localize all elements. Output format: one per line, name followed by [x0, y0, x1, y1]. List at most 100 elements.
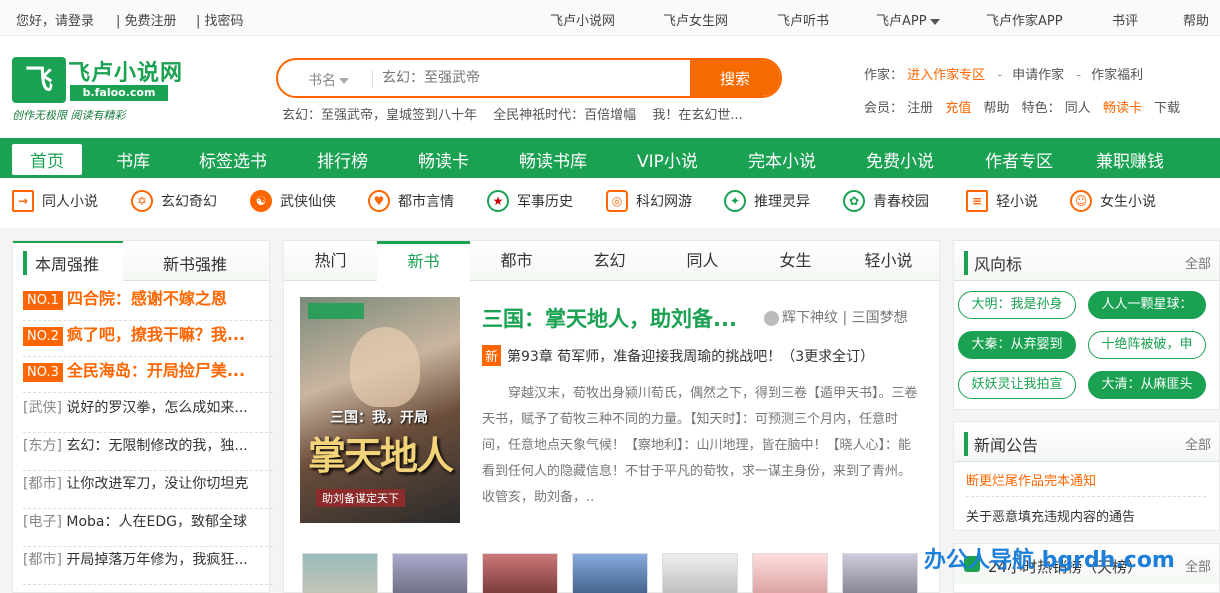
tab-hot[interactable]: 热门: [284, 241, 377, 281]
nav-library[interactable]: 书库: [116, 147, 150, 172]
category-campus[interactable]: ✿ 青春校园: [843, 190, 929, 216]
author-zone-link[interactable]: 进入作家专区: [907, 68, 985, 83]
register-link[interactable]: | 免费注册: [116, 10, 177, 29]
book-category[interactable]: | 三国梦想: [842, 310, 907, 326]
card-link[interactable]: 畅读卡: [1103, 101, 1142, 116]
nav-vip[interactable]: VIP小说: [637, 147, 698, 172]
forgot-password-link[interactable]: | 找密码: [196, 10, 244, 29]
top-link-help[interactable]: 帮助: [1183, 10, 1209, 29]
category-label: 青春校园: [873, 194, 929, 210]
book-thumbnail[interactable]: [572, 553, 648, 593]
list-item[interactable]: [都市] 开局掉落万年修为，我疯狂...: [23, 549, 273, 585]
book-thumbnail[interactable]: [482, 553, 558, 593]
search-button[interactable]: 搜索: [690, 60, 780, 96]
book-thumbnail[interactable]: [842, 553, 918, 593]
book-thumbnail[interactable]: [662, 553, 738, 593]
news-all-link[interactable]: 全部: [1185, 434, 1211, 453]
category-military[interactable]: ★ 军事历史: [487, 190, 573, 216]
author-welfare-link[interactable]: 作家福利: [1091, 68, 1143, 83]
tab-female[interactable]: 女生: [749, 241, 842, 281]
category-tongren[interactable]: → 同人小说: [12, 190, 98, 216]
category-label: 军事历史: [517, 194, 573, 210]
book-thumbnail[interactable]: [752, 553, 828, 593]
nav-card-library[interactable]: 畅读书库: [519, 147, 587, 172]
signup-link[interactable]: 注册: [907, 101, 933, 116]
latest-chapter[interactable]: 新第93章 荀军师，准备迎接我周瑜的挑战吧！（3更求全订）: [482, 345, 874, 366]
trend-all-link[interactable]: 全部: [1185, 253, 1211, 272]
list-item[interactable]: NO.2 疯了吧，撩我干嘛？我...: [23, 321, 273, 357]
trend-pill[interactable]: 大秦：从弃婴到: [958, 331, 1076, 359]
genre-tabs: 热门 新书 都市 玄幻 同人 女生 轻小说: [284, 241, 939, 282]
top-link-audio[interactable]: 飞卢听书: [777, 10, 829, 29]
search-category-select[interactable]: 书名: [308, 70, 349, 90]
top-link-app[interactable]: 飞卢APP: [876, 10, 940, 29]
list-item[interactable]: NO.1 四合院：感谢不嫁之恩: [23, 285, 273, 321]
feature-label: 特色：: [1021, 101, 1061, 116]
category-dushi[interactable]: ♥ 都市言情: [368, 190, 454, 216]
divider: -: [1076, 68, 1082, 83]
category-wuxia[interactable]: ☯ 武侠仙侠: [250, 190, 336, 216]
trend-pill[interactable]: 大明：我是孙身: [958, 291, 1076, 319]
list-item[interactable]: [东方] 玄幻：无限制修改的我，独...: [23, 435, 273, 471]
nav-author-zone[interactable]: 作者专区: [985, 147, 1053, 172]
recharge-link[interactable]: 充值: [945, 101, 971, 116]
member-links: 会员： 注册 充值 帮助 特色： 同人 畅读卡 下载: [864, 97, 1180, 116]
download-link[interactable]: 下载: [1154, 101, 1180, 116]
tab-light-novel[interactable]: 轻小说: [842, 241, 935, 281]
divider: [966, 496, 1206, 497]
trend-pill[interactable]: 大清：从麻匪头: [1088, 371, 1206, 399]
category-female[interactable]: ☺ 女生小说: [1070, 190, 1156, 216]
list-item[interactable]: [电子] Moba：人在EDG，致郁全球: [23, 511, 273, 547]
nav-home[interactable]: 首页: [12, 144, 82, 175]
category-label: 科幻网游: [636, 194, 692, 210]
nav-ranking[interactable]: 排行榜: [317, 147, 368, 172]
tab-xuanhuan[interactable]: 玄幻: [563, 241, 656, 281]
tab-new-books[interactable]: 新书强推: [163, 251, 227, 275]
top-link-author-app[interactable]: 飞卢作家APP: [986, 10, 1063, 29]
ghost-icon: ✦: [724, 190, 746, 212]
nav-card[interactable]: 畅读卡: [418, 147, 469, 172]
trend-pill[interactable]: 十绝阵被破，申: [1088, 331, 1206, 359]
author-name[interactable]: 辉下神纹: [782, 310, 838, 326]
list-item[interactable]: [武侠] 说好的罗汉拳，怎么成如来...: [23, 397, 273, 433]
hot24-all-link[interactable]: 全部: [1185, 556, 1211, 575]
featured-book-title[interactable]: 三国：掌天地人，助刘备...: [482, 303, 737, 333]
list-item[interactable]: [都市] 让你改进军刀，没让你切坦克: [23, 473, 273, 509]
tab-dushi[interactable]: 都市: [470, 241, 563, 281]
apply-author-link[interactable]: 申请作家: [1012, 68, 1064, 83]
news-item[interactable]: 断更烂尾作品完本通知: [966, 470, 1096, 489]
tab-tongren[interactable]: 同人: [656, 241, 749, 281]
trend-pill[interactable]: 妖妖灵让我拍宣: [958, 371, 1076, 399]
category-xuanhuan[interactable]: ✡ 玄幻奇幻: [131, 190, 217, 216]
nav-finished[interactable]: 完本小说: [748, 147, 816, 172]
gamepad-icon: ◎: [606, 190, 628, 212]
hot-search-item[interactable]: 玄幻：至强武帝，皇城签到八十年: [282, 108, 477, 123]
nav-part-time[interactable]: 兼职赚钱: [1096, 147, 1164, 172]
nav-tag-select[interactable]: 标签选书: [199, 147, 267, 172]
help-link[interactable]: 帮助: [983, 101, 1009, 116]
book-thumbnail[interactable]: [392, 553, 468, 593]
book-thumbnail[interactable]: [302, 553, 378, 593]
category-scifi[interactable]: ◎ 科幻网游: [606, 190, 692, 216]
category-label: 女生小说: [1100, 194, 1156, 210]
login-link[interactable]: 您好，请登录: [16, 10, 94, 29]
category-light-novel[interactable]: ≡ 轻小说: [966, 190, 1038, 216]
tab-new[interactable]: 新书: [377, 241, 470, 282]
top-link-female[interactable]: 飞卢女生网: [663, 10, 728, 29]
nav-free[interactable]: 免费小说: [866, 147, 934, 172]
hot-search-item[interactable]: 我！在玄幻世...: [652, 108, 742, 123]
search-input[interactable]: [382, 62, 682, 94]
top-link-faloo[interactable]: 飞卢小说网: [550, 10, 615, 29]
book-description: 穿越汉末，荀牧出身颍川荀氏，偶然之下，得到三卷【遁甲天书】。三卷天书，赋予了荀牧…: [482, 386, 918, 505]
book-cover[interactable]: 三国：我，开局 掌天地人 助刘备谋定天下: [300, 297, 460, 523]
category-mystery[interactable]: ✦ 推理灵异: [724, 190, 810, 216]
hot-search-item[interactable]: 全民神祇时代：百倍增幅: [493, 108, 636, 123]
author-label: 作家：: [864, 68, 904, 83]
list-item[interactable]: NO.3 全民海岛：开局捡尸美...: [23, 357, 273, 393]
news-item[interactable]: 关于恶意填充违规内容的通告: [966, 506, 1135, 525]
tab-weekly[interactable]: 本周强推: [23, 251, 99, 275]
tongren-link[interactable]: 同人: [1065, 101, 1091, 116]
top-link-review[interactable]: 书评: [1112, 10, 1138, 29]
site-logo[interactable]: 飞 飞卢小说网 b.faloo.com: [12, 57, 182, 105]
trend-pill[interactable]: 人人一颗星球：: [1088, 291, 1206, 319]
